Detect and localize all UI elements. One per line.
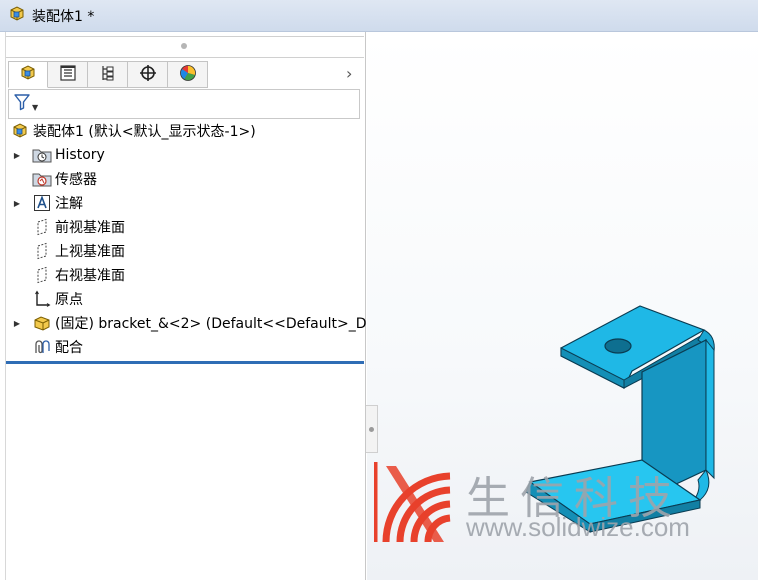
- watermark: 生信科技 www.solidwize.com: [374, 462, 758, 548]
- tree-item-label: 前视基准面: [55, 220, 125, 236]
- tab-configurationmanager[interactable]: [88, 61, 128, 88]
- annotation-icon: [32, 193, 52, 213]
- origin-icon: [32, 289, 52, 309]
- mates-icon: [32, 337, 52, 357]
- title-bar: 装配体1 *: [0, 0, 758, 32]
- rollback-bar[interactable]: [6, 361, 364, 364]
- tree-item-bracket-part[interactable]: (固定) bracket_&<2> (Default<<Default>_Dis: [32, 312, 366, 334]
- tree-item-mates[interactable]: 配合: [32, 336, 83, 358]
- tree-item-label: 配合: [55, 340, 83, 356]
- featuremanager-tree-icon: [18, 63, 38, 87]
- tree-item-label: 原点: [55, 292, 83, 308]
- expand-arrow-icon[interactable]: ▶: [12, 144, 22, 166]
- history-folder-icon: [32, 145, 52, 165]
- window-title: 装配体1 *: [32, 8, 95, 25]
- filter-icon[interactable]: [13, 93, 31, 115]
- assembly-icon: [8, 5, 26, 27]
- tab-dimxpertmanager[interactable]: [128, 61, 168, 88]
- tree-item-label: 右视基准面: [55, 268, 125, 284]
- panel-divider: [6, 57, 364, 58]
- panel-splitter-handle[interactable]: [366, 405, 378, 453]
- plane-icon: [32, 265, 52, 285]
- tree-item-label: 注解: [55, 196, 83, 212]
- expand-arrow-icon[interactable]: ▶: [12, 312, 22, 334]
- tree-item-origin[interactable]: 原点: [32, 288, 83, 310]
- tree-filter-bar[interactable]: ▼: [8, 89, 360, 119]
- watermark-url: www.solidwize.com: [466, 512, 690, 542]
- tab-displaymanager[interactable]: [168, 61, 208, 88]
- expand-arrow-icon[interactable]: ▶: [12, 192, 22, 214]
- property-manager-icon: [58, 63, 78, 87]
- chevron-down-icon[interactable]: ▼: [32, 103, 38, 112]
- tree-item-annotations[interactable]: 注解: [32, 192, 83, 214]
- tree-item-assembly[interactable]: 装配体1 (默认<默认_显示状态-1>): [10, 120, 256, 142]
- tree-item-label: 传感器: [55, 172, 97, 188]
- display-manager-icon: [178, 63, 198, 87]
- tree-item-label: (固定) bracket_&<2> (Default<<Default>_Dis: [55, 316, 366, 332]
- tree-item-label: History: [55, 147, 105, 163]
- tree-item-label: 装配体1 (默认<默认_显示状态-1>): [33, 124, 256, 140]
- tree-item-history[interactable]: History: [32, 144, 105, 166]
- manager-tabs: [8, 61, 208, 88]
- panel-edge: [5, 32, 6, 580]
- tab-propertymanager[interactable]: [48, 61, 88, 88]
- tree-item-right-plane[interactable]: 右视基准面: [32, 264, 125, 286]
- plane-icon: [32, 241, 52, 261]
- assembly-icon: [10, 121, 30, 141]
- tree-item-sensors[interactable]: 传感器: [32, 168, 97, 190]
- tree-item-front-plane[interactable]: 前视基准面: [32, 216, 125, 238]
- part-icon: [32, 313, 52, 333]
- panel-divider: [6, 36, 364, 37]
- tree-item-label: 上视基准面: [55, 244, 125, 260]
- dimxpert-manager-icon: [138, 63, 158, 87]
- sensor-icon: [32, 169, 52, 189]
- panel-grip-handle[interactable]: [181, 43, 187, 49]
- tab-featuremanager[interactable]: [8, 61, 48, 88]
- tree-item-top-plane[interactable]: 上视基准面: [32, 240, 125, 262]
- splitter-grip-dot: [369, 427, 374, 432]
- tabs-scroll-right-icon[interactable]: ›: [346, 64, 352, 83]
- plane-icon: [32, 217, 52, 237]
- configuration-manager-icon: [98, 63, 118, 87]
